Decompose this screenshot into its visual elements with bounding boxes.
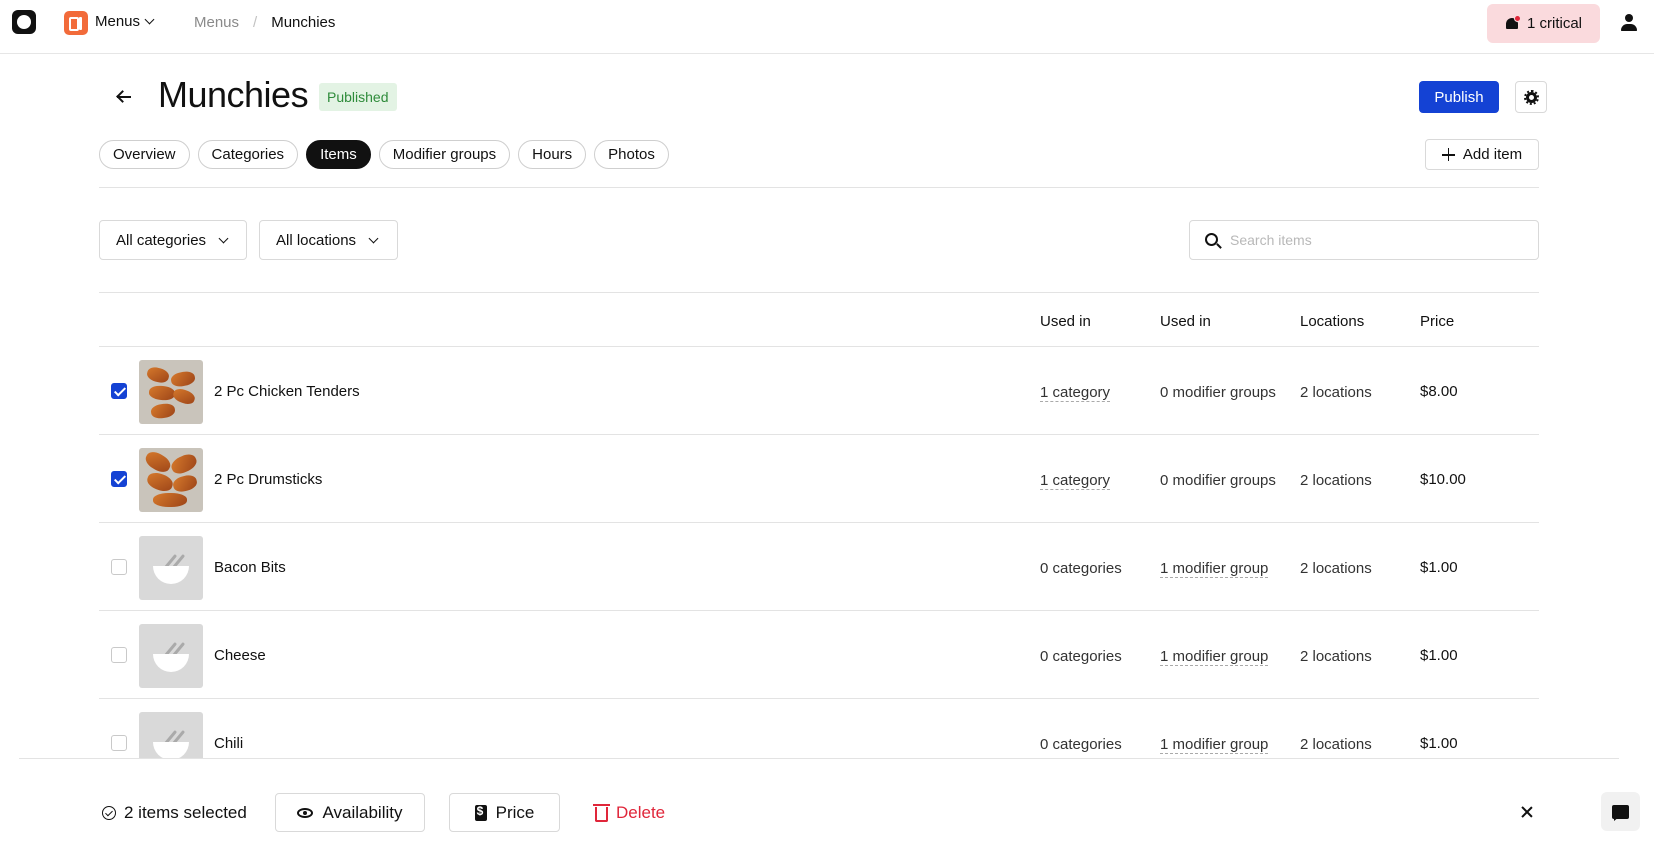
item-price: $8.00 bbox=[1420, 383, 1458, 400]
search-box bbox=[1189, 220, 1539, 260]
plus-icon bbox=[1441, 148, 1455, 161]
eye-icon bbox=[297, 807, 314, 818]
app-switcher[interactable]: Menus bbox=[95, 13, 155, 30]
table-row[interactable]: Bacon Bits 0 categories 1 modifier group… bbox=[99, 523, 1539, 611]
breadcrumb-current: Munchies bbox=[271, 14, 336, 31]
gear-icon bbox=[1523, 89, 1539, 105]
table-row[interactable]: Cheese 0 categories 1 modifier group 2 l… bbox=[99, 611, 1539, 699]
bell-icon bbox=[1505, 14, 1521, 31]
selection-count: 2 items selected bbox=[102, 803, 247, 823]
price-button[interactable]: Price bbox=[449, 793, 560, 832]
location-filter-dropdown[interactable]: All locations bbox=[259, 220, 398, 260]
locations-count: 2 locations bbox=[1300, 472, 1372, 489]
top-bar: Menus Menus / Munchies 1 critical bbox=[0, 0, 1654, 54]
used-in-modifier-groups-link[interactable]: 1 modifier group bbox=[1160, 648, 1269, 666]
used-in-modifier-groups: 0 modifier groups bbox=[1160, 472, 1276, 489]
close-icon[interactable] bbox=[1517, 802, 1537, 822]
settings-button[interactable] bbox=[1515, 81, 1547, 113]
used-in-categories-link[interactable]: 1 category bbox=[1040, 472, 1111, 490]
placeholder-bowl-icon bbox=[139, 536, 203, 600]
availability-label: Availability bbox=[322, 802, 403, 822]
tab-modifier-groups[interactable]: Modifier groups bbox=[378, 140, 511, 169]
page-title: Munchies bbox=[158, 74, 309, 115]
check-circle-icon bbox=[102, 806, 116, 820]
tab-overview[interactable]: Overview bbox=[99, 140, 190, 169]
critical-alerts-button[interactable]: 1 critical bbox=[1487, 4, 1600, 43]
user-account-icon[interactable] bbox=[1619, 13, 1639, 33]
row-checkbox[interactable] bbox=[111, 647, 127, 663]
back-arrow-icon[interactable] bbox=[114, 86, 136, 108]
table-row[interactable]: 2 Pc Drumsticks 1 category 0 modifier gr… bbox=[99, 435, 1539, 523]
tab-bar: Overview Categories Items Modifier group… bbox=[99, 140, 669, 169]
delete-label: Delete bbox=[616, 802, 666, 822]
location-filter-label: All locations bbox=[276, 231, 357, 249]
used-in-categories: 0 categories bbox=[1040, 648, 1122, 665]
locations-count: 2 locations bbox=[1300, 560, 1372, 577]
category-filter-label: All categories bbox=[116, 231, 207, 249]
used-in-categories: 0 categories bbox=[1040, 736, 1122, 753]
column-header-used-in-modifiers: Used in bbox=[1160, 313, 1211, 330]
drumsticks-photo bbox=[139, 448, 203, 512]
price-label: Price bbox=[495, 802, 535, 822]
row-checkbox[interactable] bbox=[111, 559, 127, 575]
column-header-price: Price bbox=[1420, 313, 1455, 330]
status-badge: Published bbox=[319, 83, 397, 111]
used-in-modifier-groups-link[interactable]: 1 modifier group bbox=[1160, 560, 1269, 578]
used-in-categories-link[interactable]: 1 category bbox=[1040, 384, 1111, 402]
chat-button[interactable] bbox=[1601, 792, 1640, 831]
trash-icon bbox=[593, 803, 610, 822]
divider bbox=[99, 187, 1539, 188]
delete-button[interactable]: Delete bbox=[593, 793, 666, 832]
breadcrumb-menus[interactable]: Menus bbox=[194, 14, 239, 31]
item-price: $10.00 bbox=[1420, 471, 1466, 488]
item-name[interactable]: Bacon Bits bbox=[214, 559, 286, 576]
breadcrumb: Menus / Munchies bbox=[194, 14, 335, 31]
item-price: $1.00 bbox=[1420, 559, 1458, 576]
item-name[interactable]: 2 Pc Chicken Tenders bbox=[214, 383, 360, 400]
availability-button[interactable]: Availability bbox=[275, 793, 425, 832]
add-item-button[interactable]: Add item bbox=[1425, 139, 1539, 170]
search-input[interactable] bbox=[1230, 229, 1530, 251]
add-item-label: Add item bbox=[1462, 146, 1523, 163]
category-filter-dropdown[interactable]: All categories bbox=[99, 220, 247, 260]
chevron-down-icon bbox=[368, 233, 379, 243]
item-price: $1.00 bbox=[1420, 647, 1458, 664]
row-checkbox[interactable] bbox=[111, 471, 127, 487]
chevron-down-icon bbox=[144, 14, 155, 25]
used-in-modifier-groups-link[interactable]: 1 modifier group bbox=[1160, 736, 1269, 754]
table-row[interactable]: 2 Pc Chicken Tenders 1 category 0 modifi… bbox=[99, 347, 1539, 435]
item-name[interactable]: 2 Pc Drumsticks bbox=[214, 471, 322, 488]
tab-photos[interactable]: Photos bbox=[594, 140, 669, 169]
breadcrumb-separator: / bbox=[253, 14, 258, 31]
locations-count: 2 locations bbox=[1300, 648, 1372, 665]
used-in-modifier-groups: 0 modifier groups bbox=[1160, 384, 1276, 401]
item-name[interactable]: Chili bbox=[214, 735, 243, 752]
tab-items[interactable]: Items bbox=[306, 140, 371, 169]
column-header-locations: Locations bbox=[1300, 313, 1365, 330]
item-name[interactable]: Cheese bbox=[214, 647, 266, 664]
row-checkbox[interactable] bbox=[111, 735, 127, 751]
item-price: $1.00 bbox=[1420, 735, 1458, 752]
chicken-tenders-photo bbox=[139, 360, 203, 424]
selection-count-label: 2 items selected bbox=[124, 803, 247, 822]
tab-categories[interactable]: Categories bbox=[197, 140, 299, 169]
used-in-categories: 0 categories bbox=[1040, 560, 1122, 577]
bulk-action-bar: 2 items selected Availability Price Dele… bbox=[19, 758, 1619, 849]
menus-app-icon[interactable] bbox=[64, 11, 88, 35]
locations-count: 2 locations bbox=[1300, 384, 1372, 401]
search-icon bbox=[1205, 233, 1218, 246]
price-tag-icon bbox=[474, 804, 487, 821]
publish-button[interactable]: Publish bbox=[1419, 81, 1499, 113]
placeholder-bowl-icon bbox=[139, 624, 203, 688]
chat-bubble-icon bbox=[1612, 804, 1629, 821]
app-switcher-label: Menus bbox=[95, 13, 141, 30]
locations-count: 2 locations bbox=[1300, 736, 1372, 753]
critical-alerts-label: 1 critical bbox=[1526, 15, 1582, 32]
tab-hours[interactable]: Hours bbox=[518, 140, 587, 169]
table-top-border bbox=[99, 292, 1539, 293]
row-checkbox[interactable] bbox=[111, 383, 127, 399]
home-logo-icon[interactable] bbox=[12, 10, 36, 34]
column-header-used-in-categories: Used in bbox=[1040, 313, 1091, 330]
chevron-down-icon bbox=[218, 233, 229, 243]
